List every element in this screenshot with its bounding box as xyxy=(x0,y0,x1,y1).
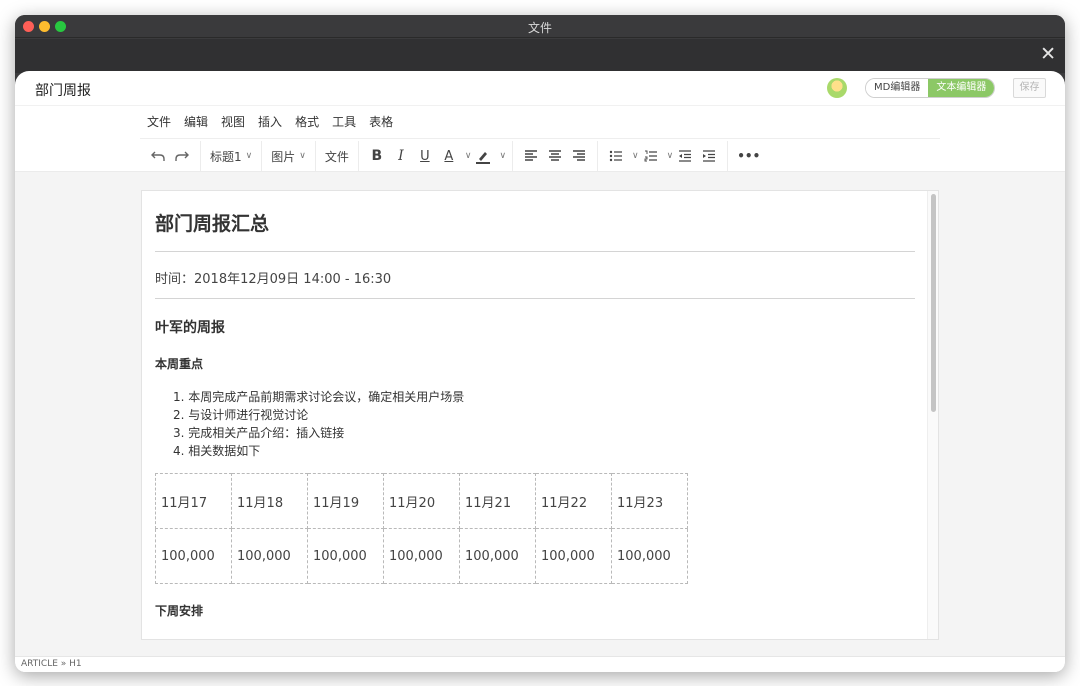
editor-mode-switch: MD编辑器 文本编辑器 xyxy=(865,78,996,98)
image-label: 图片 xyxy=(271,149,296,164)
align-group xyxy=(513,141,599,171)
menu-table[interactable]: 表格 xyxy=(369,113,393,131)
horizontal-rule xyxy=(155,298,915,299)
chevron-down-icon[interactable]: ∨ xyxy=(632,151,639,161)
align-center-icon[interactable] xyxy=(543,144,567,168)
table-cell[interactable]: 11月20 xyxy=(383,473,460,529)
table-cell[interactable]: 11月19 xyxy=(307,473,384,529)
md-editor-button[interactable]: MD编辑器 xyxy=(866,79,929,97)
horizontal-rule xyxy=(155,251,915,252)
file-button[interactable]: 文件 xyxy=(322,144,352,168)
image-dropdown[interactable]: 图片 ∨ xyxy=(268,144,309,168)
heading-group: 标题1 ∨ xyxy=(201,141,263,171)
list-item: 3. 完成相关产品介绍：插入链接 xyxy=(173,426,345,440)
format-toolbar: 标题1 ∨ 图片 ∨ 文件 B I U A ∨ ∨ ∨ ∨ ••• xyxy=(140,141,940,171)
table-cell[interactable]: 11月22 xyxy=(535,473,612,529)
section-heading: 叶军的周报 xyxy=(155,320,225,336)
bold-button[interactable]: B xyxy=(365,144,389,168)
text-style-group: B I U A ∨ ∨ xyxy=(359,141,514,171)
undo-icon[interactable] xyxy=(146,144,170,168)
menu-tools[interactable]: 工具 xyxy=(332,113,356,131)
document-title: 部门周报 xyxy=(35,83,91,99)
divider xyxy=(140,138,940,139)
image-group: 图片 ∨ xyxy=(262,141,316,171)
table-cell[interactable]: 11月17 xyxy=(155,473,232,529)
subsection-heading: 本周重点 xyxy=(155,357,204,371)
more-icon[interactable]: ••• xyxy=(734,144,763,168)
chevron-down-icon: ∨ xyxy=(245,151,253,161)
indent-icon[interactable] xyxy=(697,144,721,168)
title-bar: 文件 xyxy=(15,15,1065,38)
history-group xyxy=(140,141,201,171)
document-sheet[interactable]: 部门周报汇总 时间：2018年12月09日 14:00 - 16:30 叶军的周… xyxy=(141,190,939,640)
chevron-down-icon[interactable]: ∨ xyxy=(499,151,506,161)
chevron-down-icon: ∨ xyxy=(299,151,306,161)
table-row: 100,000 100,000 100,000 100,000 100,000 … xyxy=(155,528,688,584)
table-cell[interactable]: 100,000 xyxy=(611,528,688,584)
outdent-icon[interactable] xyxy=(673,144,697,168)
menu-bar: 文件 编辑 视图 插入 格式 工具 表格 xyxy=(147,113,406,131)
highlight-icon[interactable] xyxy=(471,144,495,168)
table-cell[interactable]: 100,000 xyxy=(231,528,308,584)
heading-dropdown[interactable]: 标题1 ∨ xyxy=(207,144,255,168)
subsection-heading: 下周安排 xyxy=(155,604,204,618)
table-cell[interactable]: 100,000 xyxy=(535,528,612,584)
table-cell[interactable]: 100,000 xyxy=(459,528,536,584)
scrollbar-thumb[interactable] xyxy=(931,194,936,412)
chevron-down-icon[interactable]: ∨ xyxy=(667,151,674,161)
task-list: 1. 本周完成产品前期需求讨论会议，确定相关用户场景 2. 与设计师进行视觉讨论… xyxy=(173,388,464,460)
menu-file[interactable]: 文件 xyxy=(147,113,171,131)
editor-panel: 部门周报 MD编辑器 文本编辑器 保存 文件 编辑 视图 插入 格式 工具 表格 xyxy=(15,71,1065,672)
meeting-time: 时间：2018年12月09日 14:00 - 16:30 xyxy=(155,272,392,287)
file-group: 文件 xyxy=(316,141,359,171)
align-left-icon[interactable] xyxy=(519,144,543,168)
numbered-list-icon[interactable] xyxy=(639,144,663,168)
text-editor-button[interactable]: 文本编辑器 xyxy=(928,79,995,97)
table-cell[interactable]: 11月23 xyxy=(611,473,688,529)
scrollbar[interactable] xyxy=(927,191,938,639)
menu-insert[interactable]: 插入 xyxy=(258,113,282,131)
list-group: ∨ ∨ xyxy=(598,141,729,171)
heading-label: 标题1 xyxy=(210,149,242,164)
list-item: 2. 与设计师进行视觉讨论 xyxy=(173,408,309,422)
close-icon[interactable]: ✕ xyxy=(1040,42,1056,66)
table-cell[interactable]: 100,000 xyxy=(307,528,384,584)
window-title: 文件 xyxy=(527,21,552,35)
list-item: 4. 相关数据如下 xyxy=(173,444,261,458)
bullet-list-icon[interactable] xyxy=(604,144,628,168)
document-header: 部门周报 MD编辑器 文本编辑器 保存 xyxy=(15,71,1065,106)
table-cell[interactable]: 100,000 xyxy=(155,528,232,584)
data-table: 11月17 11月18 11月19 11月20 11月21 11月22 11月2… xyxy=(155,473,688,584)
table-cell[interactable]: 11月18 xyxy=(231,473,308,529)
overlay-bar xyxy=(15,39,1065,73)
editor-canvas: 部门周报汇总 时间：2018年12月09日 14:00 - 16:30 叶军的周… xyxy=(15,172,1065,656)
menu-view[interactable]: 视图 xyxy=(221,113,245,131)
table-cell[interactable]: 100,000 xyxy=(383,528,460,584)
save-button[interactable]: 保存 xyxy=(1013,78,1046,98)
underline-button[interactable]: U xyxy=(413,144,437,168)
more-group: ••• xyxy=(728,141,769,171)
document-heading: 部门周报汇总 xyxy=(155,213,270,235)
menu-edit[interactable]: 编辑 xyxy=(184,113,208,131)
redo-icon[interactable] xyxy=(170,144,194,168)
avatar[interactable] xyxy=(827,78,847,98)
list-item: 1. 本周完成产品前期需求讨论会议，确定相关用户场景 xyxy=(173,390,465,404)
table-cell[interactable]: 11月21 xyxy=(459,473,536,529)
font-color-button[interactable]: A xyxy=(437,144,461,168)
chevron-down-icon[interactable]: ∨ xyxy=(465,151,472,161)
italic-button[interactable]: I xyxy=(389,144,413,168)
table-row: 11月17 11月18 11月19 11月20 11月21 11月22 11月2… xyxy=(155,473,688,529)
menu-format[interactable]: 格式 xyxy=(295,113,319,131)
element-path: ARTICLE » H1 xyxy=(15,656,1065,672)
app-window: 文件 ✕ 部门周报 MD编辑器 文本编辑器 保存 文件 编辑 视图 插入 格式 … xyxy=(15,15,1065,672)
align-right-icon[interactable] xyxy=(567,144,591,168)
